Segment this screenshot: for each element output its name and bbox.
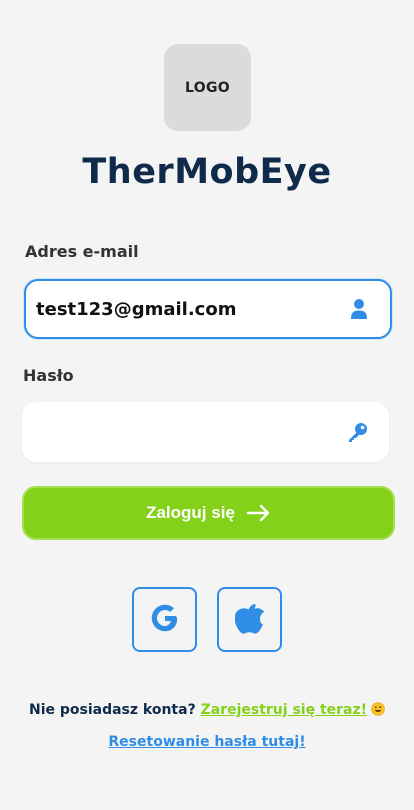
register-link[interactable]: Zarejestruj się teraz!: [201, 702, 367, 718]
logo: LOGO: [164, 44, 251, 131]
email-field-container[interactable]: [24, 279, 392, 339]
login-screen: LOGO TherMobEye Adres e-mail Hasło Zalog…: [0, 0, 414, 810]
password-label: Hasło: [23, 366, 74, 385]
login-button[interactable]: Zaloguj się: [22, 486, 395, 540]
login-button-label: Zaloguj się: [146, 503, 235, 522]
apple-login-button[interactable]: [217, 587, 282, 652]
reset-password-row: Resetowanie hasła tutaj!: [0, 734, 414, 750]
password-field[interactable]: [32, 412, 332, 452]
google-icon: [150, 603, 180, 637]
logo-label: LOGO: [185, 79, 230, 96]
key-icon: [347, 421, 369, 443]
reset-password-link[interactable]: Resetowanie hasła tutaj!: [108, 734, 305, 750]
apple-icon: [234, 602, 265, 638]
user-icon: [348, 298, 370, 320]
email-field[interactable]: [36, 289, 336, 329]
arrow-right-icon: [246, 504, 271, 522]
email-label: Adres e-mail: [25, 242, 139, 261]
password-field-container[interactable]: [22, 402, 389, 462]
register-prompt: Nie posiadasz konta? Zarejestruj się ter…: [0, 702, 414, 718]
grinning-emoji-icon: [371, 702, 385, 716]
no-account-text: Nie posiadasz konta?: [28, 702, 196, 718]
google-login-button[interactable]: [132, 587, 197, 652]
app-title: TherMobEye: [82, 152, 332, 192]
